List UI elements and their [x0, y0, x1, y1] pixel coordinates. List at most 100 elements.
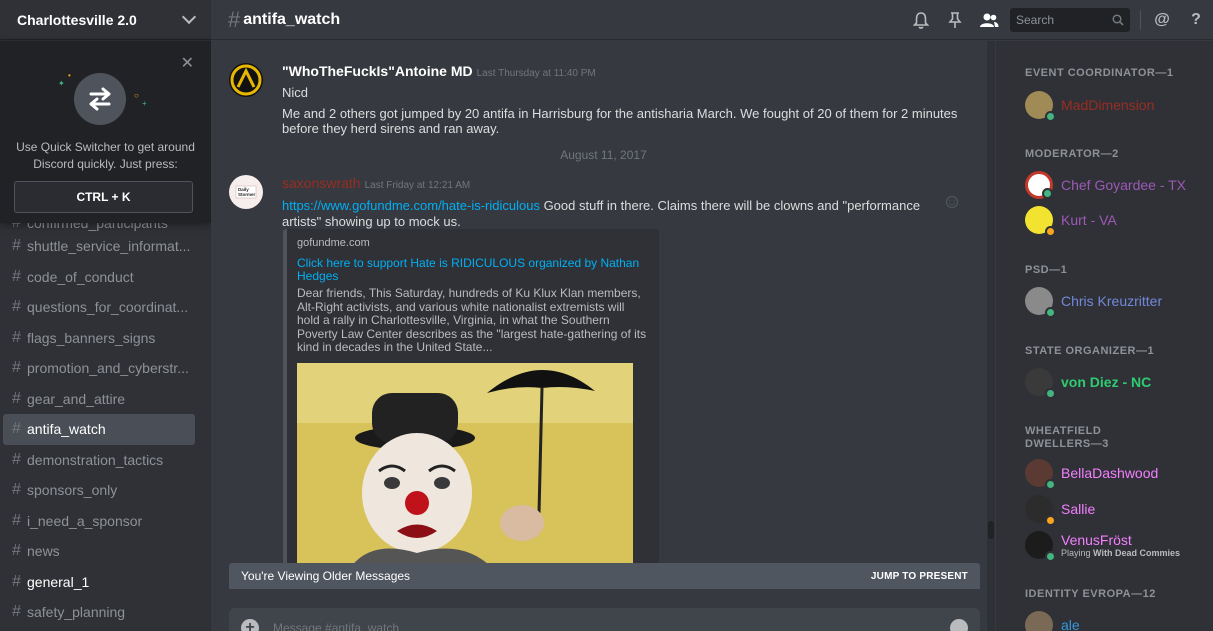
- avatar: [1025, 206, 1056, 237]
- message: Daily Stormer saxonswrath Last Friday at 1…: [229, 175, 976, 229]
- bell-icon[interactable]: [904, 0, 938, 40]
- search-input[interactable]: [1016, 13, 1106, 27]
- member-item[interactable]: von Diez - NC: [1025, 368, 1152, 399]
- embed-title-link[interactable]: Click here to support Hate is RIDICULOUS…: [297, 257, 649, 283]
- message-input[interactable]: [273, 621, 950, 631]
- member-item[interactable]: Chris Kreuzritter: [1025, 287, 1163, 318]
- quick-switcher-text: Use Quick Switcher to get around Discord…: [16, 140, 195, 171]
- channel-label: antifa_watch: [27, 421, 106, 438]
- members-icon[interactable]: [972, 0, 1006, 40]
- idle-status-icon: [1045, 515, 1056, 526]
- member-name: von Diez - NC: [1061, 374, 1152, 390]
- pin-icon[interactable]: [938, 0, 972, 40]
- channel-label: sponsors_only: [27, 482, 118, 499]
- online-status-icon: [1045, 551, 1056, 562]
- message-link[interactable]: https://www.gofundme.com/hate-is-ridicul…: [282, 198, 540, 213]
- hash-icon: #: [12, 450, 21, 468]
- search-field[interactable]: [1010, 8, 1130, 32]
- hash-icon: #: [12, 389, 21, 407]
- member-item[interactable]: VenusFröst Playing With Dead Commies: [1025, 531, 1180, 562]
- server-name: Charlottesville 2.0: [17, 11, 137, 28]
- role-header: EVENT COORDINATOR—1: [1025, 67, 1174, 79]
- message: "WhoTheFuckIs"Antoine MD Last Thursday at…: [229, 63, 976, 137]
- channel-sidebar: Charlottesville 2.0 # confirmed_participa…: [0, 0, 211, 631]
- embed-provider: gofundme.com: [297, 237, 370, 249]
- member-name: ale: [1061, 617, 1080, 631]
- member-item[interactable]: BellaDashwood: [1025, 459, 1158, 490]
- sparkle-icon: •: [68, 71, 71, 80]
- hash-icon: #: [12, 267, 21, 285]
- channel-i-need-a-sponsor[interactable]: # i_need_a_sponsor: [3, 506, 195, 537]
- channel-label: promotion_and_cyberstr...: [27, 360, 189, 377]
- online-status-icon: [1045, 388, 1056, 399]
- close-icon[interactable]: ✕: [181, 53, 194, 73]
- channel-shuttle-service[interactable]: # shuttle_service_informat...: [3, 231, 195, 262]
- avatar: [1025, 171, 1053, 199]
- older-messages-label: You're Viewing Older Messages: [241, 569, 411, 583]
- member-activity: Playing With Dead Commies: [1061, 548, 1180, 558]
- channel-gear-and-attire[interactable]: # gear_and_attire: [3, 384, 195, 415]
- channel-news[interactable]: # news: [3, 536, 195, 567]
- sparkle-icon: +: [142, 99, 147, 108]
- channel-label: news: [27, 543, 60, 560]
- channel-questions[interactable]: # questions_for_coordinat...: [3, 292, 195, 323]
- chevron-down-icon[interactable]: [181, 9, 197, 25]
- member-item[interactable]: MadDimension: [1025, 91, 1155, 122]
- avatar: [1025, 91, 1056, 122]
- member-item[interactable]: ale: [1025, 611, 1080, 631]
- member-name: MadDimension: [1061, 97, 1155, 113]
- add-reaction-icon[interactable]: [945, 195, 959, 209]
- idle-status-icon: [1045, 226, 1056, 237]
- activity-prefix: Playing: [1061, 548, 1094, 558]
- upload-plus-icon[interactable]: +: [241, 619, 259, 631]
- channel-general-1[interactable]: # general_1: [3, 567, 195, 598]
- message-timestamp: Last Thursday at 11:40 PM: [476, 68, 596, 79]
- avatar: [1025, 459, 1056, 490]
- help-icon[interactable]: ?: [1179, 0, 1213, 40]
- emoji-icon[interactable]: [950, 619, 968, 631]
- channel-sponsors-only[interactable]: # sponsors_only: [3, 475, 195, 506]
- channel-label: questions_for_coordinat...: [27, 299, 189, 316]
- mention-icon[interactable]: @: [1145, 0, 1179, 40]
- channel-safety-planning[interactable]: # safety_planning: [3, 597, 195, 628]
- avatar[interactable]: Daily Stormer: [229, 175, 263, 209]
- channel-code-of-conduct[interactable]: # code_of_conduct: [3, 262, 195, 293]
- member-item[interactable]: Kurt - VA: [1025, 206, 1117, 237]
- member-item[interactable]: Sallie: [1025, 495, 1095, 526]
- jump-to-present-button[interactable]: JUMP TO PRESENT: [871, 571, 968, 582]
- swap-arrows-icon: [74, 73, 126, 125]
- embed-image[interactable]: [297, 362, 633, 569]
- online-status-icon: [1045, 111, 1056, 122]
- channel-label: general_1: [27, 573, 90, 590]
- server-header[interactable]: Charlottesville 2.0: [0, 0, 211, 40]
- activity-game: With Dead Commies: [1093, 548, 1180, 558]
- channel-label: shuttle_service_informat...: [27, 238, 191, 255]
- channel-flags-banners-signs[interactable]: # flags_banners_signs: [3, 323, 195, 354]
- hash-icon: #: [12, 298, 21, 316]
- message-text: Nicd: [282, 85, 309, 100]
- message-author[interactable]: "WhoTheFuckIs"Antoine MD: [282, 63, 473, 79]
- message-author[interactable]: saxonswrath: [282, 175, 361, 191]
- role-header: IDENTITY EVROPA—12: [1025, 588, 1156, 600]
- search-icon: [1112, 14, 1124, 26]
- avatar[interactable]: [229, 63, 263, 97]
- avatar: [1025, 495, 1056, 526]
- channel-antifa-watch[interactable]: # antifa_watch: [3, 414, 195, 445]
- chat-scrollbar[interactable]: [987, 41, 995, 631]
- avatar: [1025, 368, 1056, 399]
- channel-promotion[interactable]: # promotion_and_cyberstr...: [3, 353, 195, 384]
- avatar: [1025, 611, 1053, 631]
- sparkle-icon: ✦: [58, 79, 65, 88]
- hash-icon: #: [12, 328, 21, 346]
- embed-description: Dear friends, This Saturday, hundreds of…: [297, 286, 647, 354]
- channel-header: # antifa_watch @ ?: [211, 0, 1213, 40]
- member-name: Chris Kreuzritter: [1061, 293, 1163, 309]
- online-status-icon: [1042, 188, 1053, 199]
- hash-icon: #: [12, 237, 21, 255]
- member-item[interactable]: Chef Goyardee - TX: [1025, 171, 1186, 199]
- member-name: VenusFröst: [1061, 532, 1132, 548]
- scrollbar-thumb[interactable]: [988, 521, 994, 539]
- channel-demonstration-tactics[interactable]: # demonstration_tactics: [3, 445, 195, 476]
- message-composer: +: [229, 608, 980, 631]
- older-messages-bar: You're Viewing Older Messages JUMP TO PR…: [229, 563, 980, 589]
